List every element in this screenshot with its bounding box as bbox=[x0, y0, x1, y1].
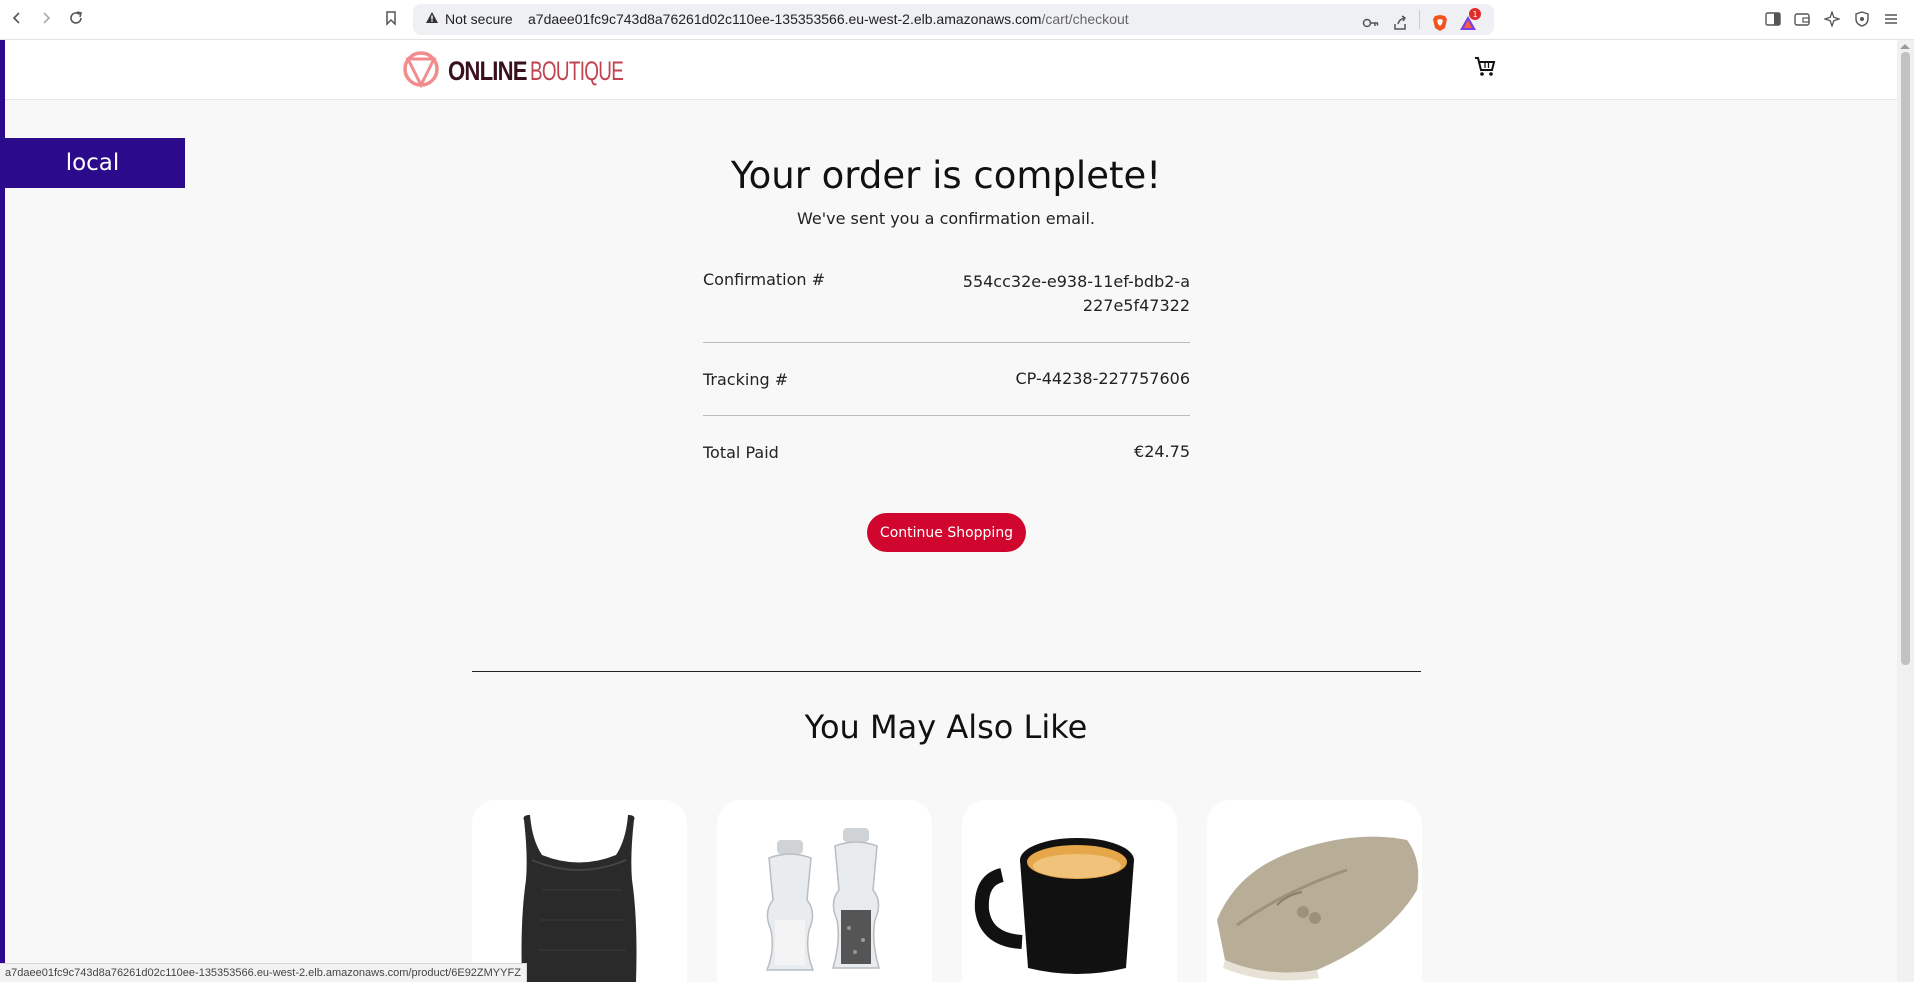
product-card-mug[interactable] bbox=[962, 800, 1177, 982]
rewards-icon[interactable]: 1 bbox=[1458, 8, 1481, 33]
sidebar-icon[interactable] bbox=[1763, 9, 1783, 29]
confirmation-row: Confirmation # 554cc32e-e938-11ef-bdb2-a… bbox=[703, 270, 1190, 342]
cart-button[interactable] bbox=[1472, 56, 1498, 82]
wallet-icon[interactable] bbox=[1792, 9, 1812, 29]
total-row: Total Paid €24.75 bbox=[703, 416, 1190, 488]
scroll-up-icon[interactable] bbox=[1900, 44, 1910, 49]
total-value: €24.75 bbox=[1134, 442, 1190, 461]
forward-icon[interactable] bbox=[35, 7, 57, 29]
recommendations-heading: You May Also Like bbox=[804, 708, 1088, 746]
warning-icon bbox=[425, 11, 439, 27]
loafers-image bbox=[1207, 800, 1422, 982]
url-path: /cart/checkout bbox=[1041, 11, 1129, 27]
bookmark-icon[interactable] bbox=[380, 7, 402, 29]
share-icon[interactable] bbox=[1390, 13, 1410, 33]
reload-icon[interactable] bbox=[65, 7, 87, 29]
salt-and-pepper-image bbox=[717, 800, 932, 982]
divider bbox=[1419, 10, 1420, 29]
product-card-salt-and-pepper[interactable] bbox=[717, 800, 932, 982]
security-indicator[interactable]: Not secure bbox=[425, 11, 513, 27]
logo-text-bold: ONLINE bbox=[448, 55, 528, 86]
tracking-row: Tracking # CP-44238-227757606 bbox=[703, 343, 1190, 415]
page-scrollbar[interactable] bbox=[1897, 40, 1914, 982]
mug-image bbox=[962, 800, 1177, 982]
confirmation-label: Confirmation # bbox=[703, 270, 826, 289]
url-host: a7daee01fc9c743d8a76261d02c110ee-1353535… bbox=[528, 11, 1042, 27]
status-bar-url: a7daee01fc9c743d8a76261d02c110ee-1353535… bbox=[0, 963, 527, 982]
brave-shield-icon[interactable] bbox=[1430, 13, 1450, 33]
cart-icon bbox=[1474, 56, 1496, 82]
tank-top-image bbox=[472, 800, 687, 982]
order-complete-title: Your order is complete! bbox=[730, 154, 1162, 197]
site-header: ONLINE BOUTIQUE bbox=[5, 40, 1897, 100]
site-logo[interactable]: ONLINE BOUTIQUE bbox=[402, 49, 624, 93]
address-bar[interactable]: Not secure a7daee01fc9c743d8a76261d02c11… bbox=[413, 4, 1494, 35]
logo-text-thin: BOUTIQUE bbox=[530, 55, 624, 86]
security-label: Not secure bbox=[445, 11, 513, 27]
tracking-label: Tracking # bbox=[703, 369, 789, 389]
section-divider bbox=[472, 671, 1421, 672]
notification-badge: 1 bbox=[1469, 8, 1481, 20]
leo-icon[interactable] bbox=[1822, 9, 1842, 29]
menu-icon[interactable] bbox=[1881, 9, 1901, 29]
recommendations-list bbox=[472, 800, 1422, 982]
total-label: Total Paid bbox=[703, 442, 779, 462]
vpn-icon[interactable] bbox=[1852, 9, 1872, 29]
url-text[interactable]: a7daee01fc9c743d8a76261d02c110ee-1353535… bbox=[528, 11, 1129, 27]
order-summary: Confirmation # 554cc32e-e938-11ef-bdb2-a… bbox=[703, 270, 1190, 488]
continue-shopping-button[interactable]: Continue Shopping bbox=[867, 513, 1026, 552]
order-complete-subtitle: We've sent you a confirmation email. bbox=[796, 209, 1095, 228]
product-card-tank-top[interactable] bbox=[472, 800, 687, 982]
product-card-loafers[interactable] bbox=[1207, 800, 1422, 982]
tracking-value: CP-44238-227757606 bbox=[1015, 369, 1190, 388]
back-icon[interactable] bbox=[6, 7, 28, 29]
confirmation-value: 554cc32e-e938-11ef-bdb2-a227e5f47322 bbox=[962, 272, 1190, 315]
scrollbar-thumb[interactable] bbox=[1901, 52, 1910, 665]
browser-toolbar: Not secure a7daee01fc9c743d8a76261d02c11… bbox=[0, 0, 1914, 40]
logo-icon bbox=[402, 49, 440, 93]
key-icon[interactable] bbox=[1361, 13, 1381, 33]
